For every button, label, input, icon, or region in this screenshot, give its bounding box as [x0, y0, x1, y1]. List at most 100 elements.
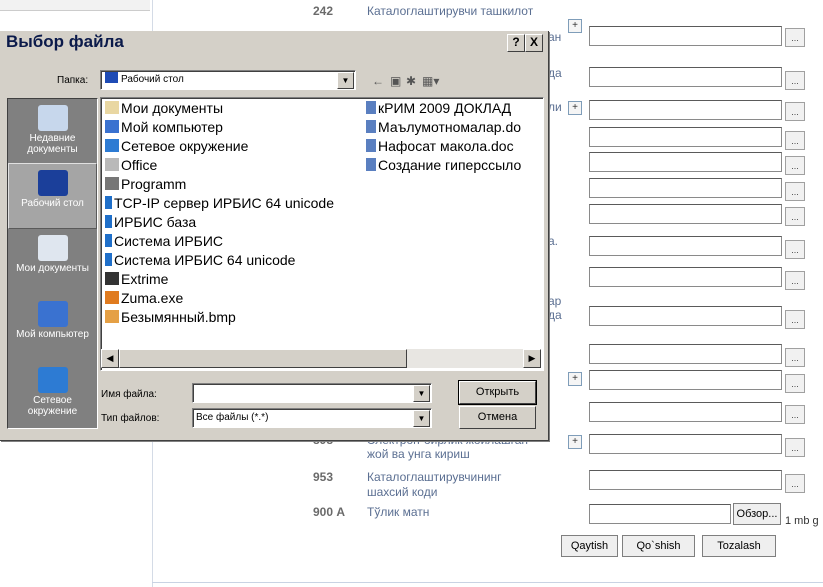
- shortcut-icon: [105, 215, 112, 228]
- text-input[interactable]: [589, 152, 782, 172]
- place-recent-documents[interactable]: Недавние документы: [8, 99, 97, 163]
- expand-plus-button[interactable]: +: [568, 19, 582, 33]
- word-document-icon: [366, 158, 376, 171]
- lookup-button[interactable]: ...: [785, 156, 805, 175]
- my-computer-icon: [37, 301, 68, 327]
- text-input[interactable]: [589, 267, 782, 287]
- lookup-button[interactable]: ...: [785, 474, 805, 493]
- close-button[interactable]: X: [525, 34, 543, 52]
- list-item[interactable]: ИРБИС база: [105, 213, 196, 232]
- lookup-button[interactable]: ...: [785, 348, 805, 367]
- chevron-down-icon[interactable]: ▼: [337, 72, 354, 89]
- lookup-button[interactable]: ...: [785, 71, 805, 90]
- open-button[interactable]: Открыть: [458, 380, 537, 405]
- folder-icon: [105, 158, 119, 171]
- list-item[interactable]: Маълумотномалар.do: [366, 118, 542, 137]
- field-label-242: Каталоглаштирувчи ташкилот: [367, 4, 534, 18]
- filename-label: Имя файла:: [101, 389, 157, 400]
- chevron-down-icon[interactable]: ▼: [413, 410, 430, 427]
- list-item[interactable]: Мои документы: [105, 99, 223, 118]
- filetype-select[interactable]: Все файлы (*.*) ▼: [192, 408, 432, 428]
- scroll-thumb[interactable]: [119, 349, 407, 368]
- help-button[interactable]: ?: [507, 34, 525, 52]
- chevron-down-icon[interactable]: ▼: [413, 385, 430, 402]
- desktop-icon: [37, 170, 68, 196]
- browse-button[interactable]: Обзор...: [733, 503, 781, 525]
- expand-plus-button[interactable]: +: [568, 372, 582, 386]
- field-code-242: 242: [313, 4, 334, 18]
- lookup-button[interactable]: ...: [785, 182, 805, 201]
- field-label-953-line2: шахсий коди: [367, 485, 438, 499]
- list-item[interactable]: Zuma.exe: [105, 289, 183, 308]
- list-item[interactable]: Мой компьютер: [105, 118, 223, 137]
- expand-plus-button[interactable]: +: [568, 101, 582, 115]
- list-item[interactable]: Programm: [105, 175, 186, 194]
- back-arrow-icon[interactable]: ←: [372, 74, 384, 88]
- text-input[interactable]: [589, 127, 782, 147]
- list-item[interactable]: TCP-IP сервер ИРБИС 64 unicode: [105, 194, 334, 213]
- lookup-button[interactable]: ...: [785, 28, 805, 47]
- lookup-button[interactable]: ...: [785, 310, 805, 329]
- lookup-button[interactable]: ...: [785, 438, 805, 457]
- list-item[interactable]: Система ИРБИС 64 unicode: [105, 251, 295, 270]
- list-item[interactable]: Extrime: [105, 270, 168, 289]
- place-label: Недавние документы: [27, 133, 78, 155]
- item-label: Zuma.exe: [121, 290, 184, 306]
- text-input[interactable]: [589, 26, 782, 46]
- shortcut-icon: [105, 196, 112, 209]
- scroll-right-icon[interactable]: ▶: [523, 349, 541, 368]
- text-input[interactable]: [589, 402, 782, 422]
- folder-select[interactable]: Рабочий стол ▼: [100, 70, 356, 90]
- folder-label: Папка:: [57, 75, 89, 86]
- up-folder-icon[interactable]: ▣: [390, 74, 401, 88]
- text-input[interactable]: [589, 344, 782, 364]
- size-note: 1 mb g: [785, 515, 819, 527]
- place-network[interactable]: Сетевое окружение: [8, 361, 97, 425]
- add-button[interactable]: Qo`shish: [622, 535, 695, 557]
- lookup-button[interactable]: ...: [785, 374, 805, 393]
- item-label: Маълумотномалар.do: [378, 119, 522, 135]
- scroll-left-icon[interactable]: ◀: [101, 349, 119, 368]
- text-input[interactable]: [589, 306, 782, 326]
- new-folder-icon[interactable]: ✱: [406, 74, 416, 88]
- place-label: Мои документы: [16, 263, 89, 274]
- label-fragment: да: [548, 66, 562, 80]
- horizontal-scrollbar[interactable]: ◀ ▶: [101, 349, 541, 368]
- lookup-button[interactable]: ...: [785, 207, 805, 226]
- cancel-button[interactable]: Отмена: [459, 406, 536, 429]
- back-button[interactable]: Qaytish: [561, 535, 618, 557]
- text-input[interactable]: [589, 370, 782, 390]
- place-my-computer[interactable]: Мой компьютер: [8, 295, 97, 359]
- clear-button[interactable]: Tozalash: [702, 535, 776, 557]
- expand-plus-button[interactable]: +: [568, 435, 582, 449]
- text-input[interactable]: [589, 470, 782, 490]
- file-path-input[interactable]: [589, 504, 731, 524]
- list-item[interactable]: Office: [105, 156, 157, 175]
- item-label: Сетевое окружение: [121, 138, 249, 154]
- text-input[interactable]: [589, 67, 782, 87]
- text-input[interactable]: [589, 204, 782, 224]
- place-my-documents[interactable]: Мои документы: [8, 229, 97, 293]
- view-menu-icon[interactable]: ▦▾: [422, 74, 439, 88]
- list-item[interactable]: Система ИРБИС: [105, 232, 223, 251]
- dialog-titlebar[interactable]: Выбор файла ? X: [0, 31, 548, 55]
- lookup-button[interactable]: ...: [785, 240, 805, 259]
- list-item[interactable]: Сетевое окружение: [105, 137, 248, 156]
- lookup-button[interactable]: ...: [785, 271, 805, 290]
- list-item[interactable]: Нафосат макола.doc: [366, 137, 542, 156]
- list-item[interactable]: кРИМ 2009 ДОКЛАД: [366, 99, 542, 118]
- lookup-button[interactable]: ...: [785, 102, 805, 121]
- file-list[interactable]: Мои документы Мой компьютер Сетевое окру…: [100, 97, 544, 371]
- text-input[interactable]: [589, 178, 782, 198]
- text-input[interactable]: [589, 100, 782, 120]
- text-input[interactable]: [589, 236, 782, 256]
- place-desktop[interactable]: Рабочий стол: [8, 163, 97, 229]
- filetype-value: Все файлы (*.*): [196, 412, 269, 423]
- filename-input[interactable]: ▼: [192, 383, 432, 403]
- list-item[interactable]: Создание гиперссыло: [366, 156, 542, 175]
- item-label: Система ИРБИС: [114, 233, 224, 249]
- text-input[interactable]: [589, 434, 782, 454]
- lookup-button[interactable]: ...: [785, 131, 805, 150]
- lookup-button[interactable]: ...: [785, 405, 805, 424]
- list-item[interactable]: Безымянный.bmp: [105, 308, 236, 327]
